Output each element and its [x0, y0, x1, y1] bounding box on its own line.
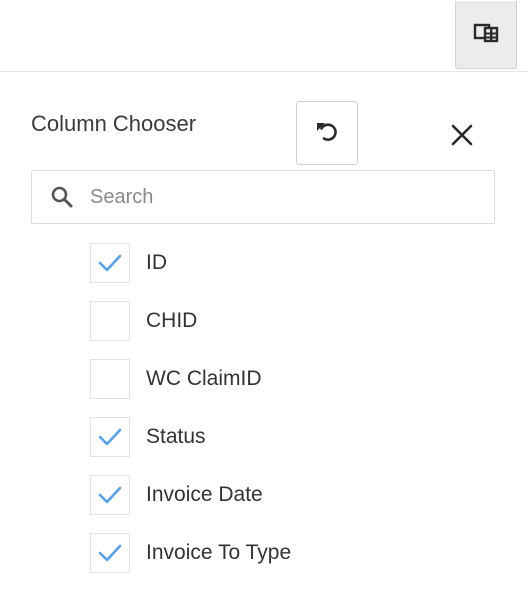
column-checkbox[interactable]: [90, 359, 130, 399]
column-label: Invoice Date: [146, 483, 263, 506]
column-item-id[interactable]: ID: [90, 243, 510, 301]
column-checkbox[interactable]: [90, 243, 130, 283]
column-chooser-button[interactable]: [455, 1, 517, 69]
column-item-invoice-date[interactable]: Invoice Date: [90, 475, 510, 533]
undo-icon: [314, 118, 340, 149]
checkmark-icon: [98, 486, 122, 504]
column-label: Invoice To Type: [146, 541, 292, 564]
column-label: Status: [146, 425, 206, 448]
checkmark-icon: [98, 428, 122, 446]
checkmark-icon: [98, 544, 122, 562]
close-button[interactable]: [438, 115, 486, 159]
search-input[interactable]: [90, 179, 480, 215]
column-label: ID: [146, 251, 167, 274]
search-icon: [50, 185, 74, 209]
column-chooser-panel: Column Chooser Search ID CHID WC ClaimID…: [0, 72, 528, 580]
column-item-status[interactable]: Status: [90, 417, 510, 475]
column-checkbox[interactable]: [90, 475, 130, 515]
column-chooser-icon: [473, 21, 499, 48]
column-checkbox[interactable]: [90, 301, 130, 341]
reset-button[interactable]: [296, 101, 358, 165]
panel-title: Column Chooser: [31, 111, 197, 136]
column-list: ID CHID WC ClaimID Status Invoice Date I…: [90, 243, 510, 591]
column-item-wc-claimid[interactable]: WC ClaimID: [90, 359, 510, 417]
column-checkbox[interactable]: [90, 417, 130, 457]
column-item-chid[interactable]: CHID: [90, 301, 510, 359]
column-label: CHID: [146, 309, 198, 332]
column-checkbox[interactable]: [90, 533, 130, 573]
search-box: [31, 170, 495, 224]
column-label: WC ClaimID: [146, 367, 262, 390]
close-icon: [450, 123, 474, 152]
column-item-invoice-to-type[interactable]: Invoice To Type: [90, 533, 510, 591]
checkmark-icon: [98, 254, 122, 272]
